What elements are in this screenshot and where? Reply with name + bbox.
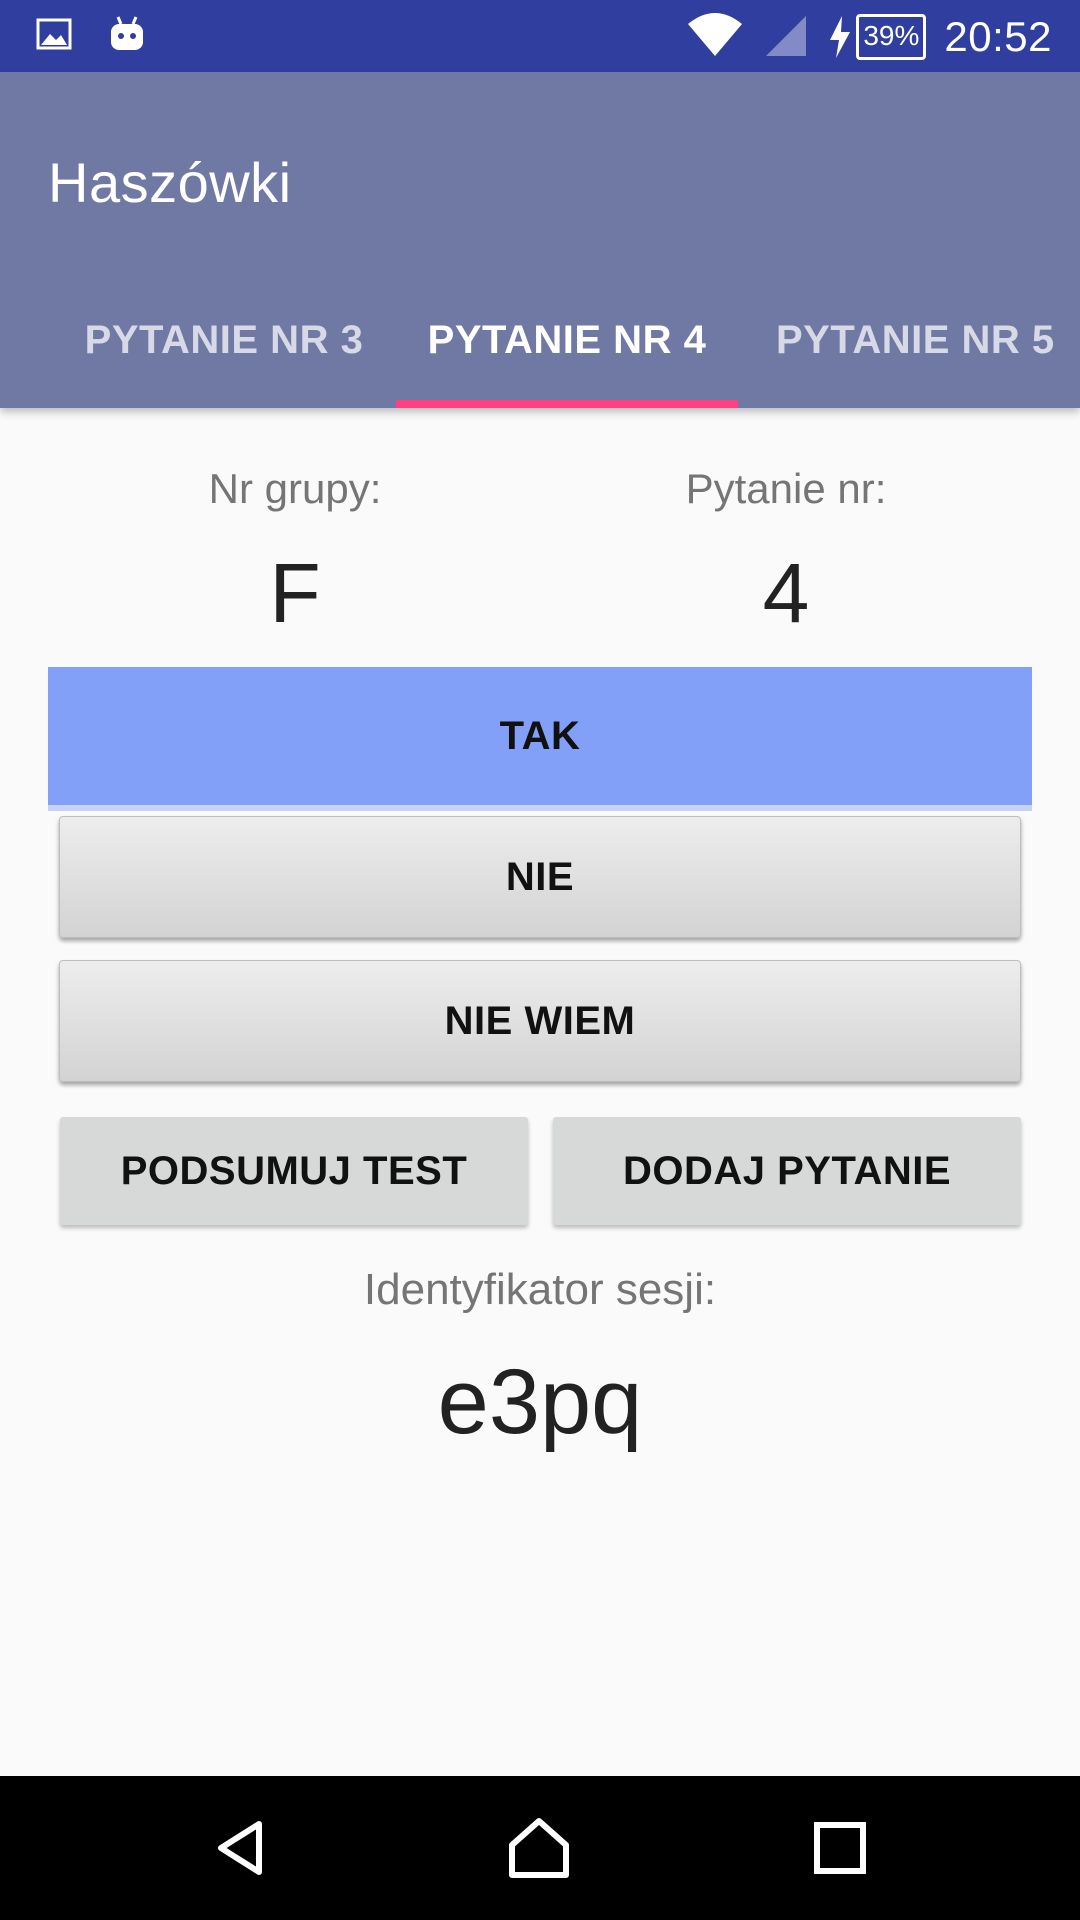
session-id-value: e3pq — [437, 1351, 643, 1453]
navigation-bar — [0, 1776, 1080, 1920]
question-number-label: Pytanie nr: — [685, 465, 887, 512]
tab-question-2[interactable]: 2 — [0, 272, 20, 408]
add-question-button[interactable]: DODAJ PYTANIE — [553, 1117, 1021, 1225]
recents-icon[interactable] — [804, 1812, 876, 1884]
question-number-value: 4 — [762, 546, 810, 640]
status-bar: 39% 20:52 — [0, 0, 1080, 72]
summarize-test-button[interactable]: PODSUMUJ TEST — [60, 1117, 528, 1225]
tab-question-4[interactable]: PYTANIE NR 4 — [396, 272, 738, 408]
app-title: Haszówki — [48, 151, 292, 214]
tab-question-3[interactable]: PYTANIE NR 3 — [74, 272, 374, 408]
tab-bar: 2 PYTANIE NR 3 PYTANIE NR 4 PYTANIE NR 5 — [0, 272, 1080, 408]
group-value: F — [269, 546, 321, 640]
answer-dont-know-button[interactable]: NIE WIEM — [59, 960, 1021, 1082]
image-icon — [36, 16, 72, 57]
back-icon[interactable] — [205, 1812, 277, 1884]
app-bar: Haszówki 2 PYTANIE NR 3 PYTANIE NR 4 PYT… — [0, 72, 1080, 408]
battery-level: 39% — [856, 13, 927, 60]
clock: 20:52 — [944, 12, 1052, 60]
tab-indicator — [396, 400, 738, 408]
answer-yes-button[interactable]: TAK — [48, 667, 1032, 811]
session-id-label: Identyfikator sesji: — [363, 1265, 717, 1314]
tab-question-5[interactable]: PYTANIE NR 5 — [760, 272, 1080, 408]
home-icon[interactable] — [503, 1812, 575, 1884]
battery-icon: 39% — [828, 13, 927, 60]
signal-icon — [762, 10, 810, 63]
charging-icon — [830, 15, 851, 58]
group-label: Nr grupy: — [208, 465, 382, 512]
answer-no-button[interactable]: NIE — [59, 816, 1021, 938]
wifi-icon — [686, 10, 744, 63]
android-icon — [108, 14, 146, 59]
